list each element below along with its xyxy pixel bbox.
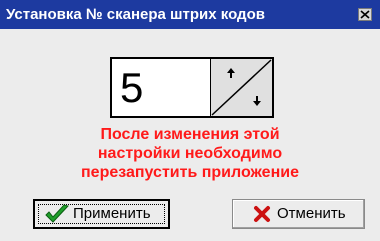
warning-line: перезапустить приложение — [81, 164, 299, 181]
warning-line: После изменения этой — [100, 126, 280, 143]
apply-button-label: Применить — [73, 205, 151, 222]
spin-down-button[interactable] — [211, 87, 272, 116]
checkmark-icon — [43, 203, 71, 229]
restart-warning: После изменения этой настройки необходим… — [20, 125, 360, 182]
warning-line: настройки необходимо — [97, 145, 283, 162]
spin-up-button[interactable] — [211, 59, 272, 87]
cross-icon — [253, 205, 271, 227]
cancel-button-label: Отменить — [277, 205, 346, 222]
cancel-button[interactable]: Отменить — [232, 199, 365, 229]
spin-buttons — [210, 59, 272, 116]
dialog-window: Установка № сканера штрих кодов 5 После … — [0, 0, 380, 241]
scanner-number-field[interactable]: 5 — [112, 59, 210, 116]
close-button[interactable] — [358, 8, 372, 21]
window-title: Установка № сканера штрих кодов — [6, 6, 265, 23]
title-bar[interactable]: Установка № сканера штрих кодов — [0, 0, 380, 29]
apply-button[interactable]: Применить — [33, 199, 170, 229]
scanner-number-spinner: 5 — [110, 57, 274, 118]
